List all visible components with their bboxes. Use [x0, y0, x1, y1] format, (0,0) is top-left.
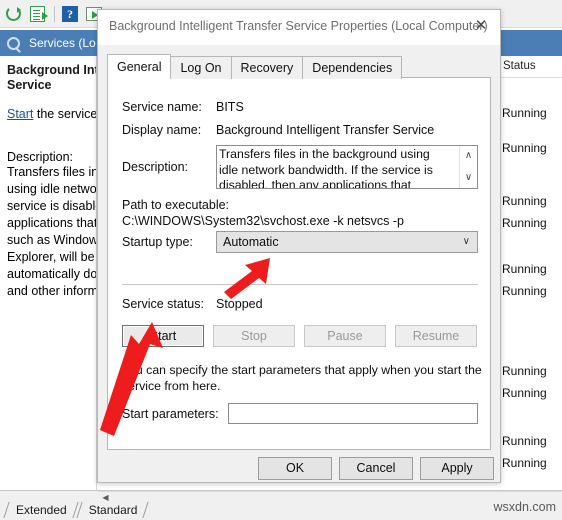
stop-button: Stop	[213, 325, 295, 347]
description-textarea[interactable]: Transfers files in the background using …	[216, 145, 478, 189]
close-icon[interactable]: ✕	[462, 10, 500, 40]
detail-description-line: automatically do	[7, 267, 97, 281]
cancel-button[interactable]: Cancel	[339, 457, 413, 480]
detail-description-text: Transfers files in t using idle netwo serv…	[7, 164, 97, 300]
service-name-label: Service name:	[122, 100, 202, 114]
dialog-tabstrip: General Log On Recovery Dependencies	[107, 54, 403, 79]
detail-description-line: such as Windows	[7, 233, 97, 247]
status-cell: Running	[502, 216, 547, 230]
detail-action: Start the service	[7, 107, 96, 121]
startup-type-value: Automatic	[223, 235, 279, 249]
help-button[interactable]: ?	[59, 3, 81, 25]
service-detail-pane: Background Inte Service Start the servic…	[0, 56, 97, 490]
path-to-executable-label: Path to executable:	[122, 198, 230, 212]
path-to-executable-value: C:\WINDOWS\System32\svchost.exe -k netsv…	[122, 214, 405, 228]
service-name-value: BITS	[216, 100, 244, 114]
status-cell: Running	[502, 456, 547, 470]
scroll-down-icon[interactable]: ∨	[460, 170, 477, 186]
chevron-down-icon: ∨	[462, 236, 470, 247]
start-parameters-input[interactable]	[228, 403, 478, 424]
dialog-title: Background Intelligent Transfer Service …	[109, 19, 488, 33]
refresh-icon	[5, 6, 21, 21]
dialog-general-tab-panel: Service name: BITS Display name: Backgro…	[107, 77, 491, 450]
service-status-value: Stopped	[216, 297, 263, 311]
tab-log-on[interactable]: Log On	[170, 56, 232, 79]
scroll-up-icon[interactable]: ∧	[460, 148, 477, 164]
startup-type-label: Startup type:	[122, 235, 193, 249]
section-divider	[122, 284, 478, 285]
tab-general[interactable]: General	[107, 54, 172, 79]
view-tab-extended[interactable]: Extended	[4, 502, 77, 518]
view-tabs: Extended Standard	[4, 502, 147, 518]
description-scrollbar[interactable]: ∧ ∨	[459, 146, 477, 188]
service-status-label: Service status:	[122, 297, 204, 311]
status-cell: Running	[502, 284, 547, 298]
watermark: wsxdn.com	[493, 500, 556, 514]
display-name-value: Background Intelligent Transfer Service	[216, 123, 435, 137]
status-cell: Running	[502, 386, 547, 400]
view-tab-standard[interactable]: Standard	[77, 502, 148, 518]
detail-description-line: applications that	[7, 216, 97, 230]
toolbar-divider	[54, 5, 55, 22]
display-name-label: Display name:	[122, 123, 202, 137]
column-header-status[interactable]: Status	[497, 56, 562, 78]
service-properties-dialog: Background Intelligent Transfer Service …	[97, 9, 501, 483]
detail-description-line: using idle netwo	[7, 182, 97, 196]
status-cell: Running	[502, 434, 547, 448]
detail-service-title-line1: Background Inte	[7, 63, 97, 77]
export-list-icon	[29, 5, 48, 22]
export-list-button[interactable]	[26, 3, 48, 25]
refresh-button[interactable]	[2, 3, 24, 25]
tab-recovery[interactable]: Recovery	[230, 56, 304, 79]
resume-button: Resume	[395, 325, 477, 347]
status-cell: Running	[502, 364, 547, 378]
detail-description-line: Transfers files in t	[7, 165, 97, 179]
detail-description-line: and other inform	[7, 284, 97, 298]
status-cell: Running	[502, 194, 547, 208]
apply-button[interactable]: Apply	[420, 457, 494, 480]
start-button[interactable]: Start	[122, 325, 204, 347]
dialog-titlebar[interactable]: Background Intelligent Transfer Service …	[98, 10, 500, 45]
start-parameters-label: Start parameters:	[122, 407, 219, 421]
startup-type-select[interactable]: Automatic ∨	[216, 231, 478, 253]
detail-description-line: service is disable	[7, 199, 97, 213]
status-cell: Running	[502, 106, 547, 120]
scope-pane-title: Services (Lo	[29, 36, 96, 50]
detail-service-title-line2: Service	[7, 78, 52, 92]
start-parameters-hint: You can specify the start parameters tha…	[122, 363, 482, 393]
help-icon: ?	[62, 5, 78, 22]
bottom-strip: ◀ Extended Standard	[0, 490, 562, 520]
start-service-link[interactable]: Start	[7, 107, 33, 121]
description-text: Transfers files in the background using …	[219, 147, 433, 189]
ok-button[interactable]: OK	[258, 457, 332, 480]
status-cell: Running	[502, 262, 547, 276]
detail-description-label: Description:	[7, 150, 73, 164]
status-cell: Running	[502, 141, 547, 155]
description-label: Description:	[122, 160, 188, 174]
start-service-link-suffix: the service	[33, 107, 97, 121]
tab-dependencies[interactable]: Dependencies	[302, 56, 403, 79]
services-gear-icon	[7, 36, 20, 50]
pause-button: Pause	[304, 325, 386, 347]
detail-description-line: Explorer, will be u	[7, 250, 97, 264]
